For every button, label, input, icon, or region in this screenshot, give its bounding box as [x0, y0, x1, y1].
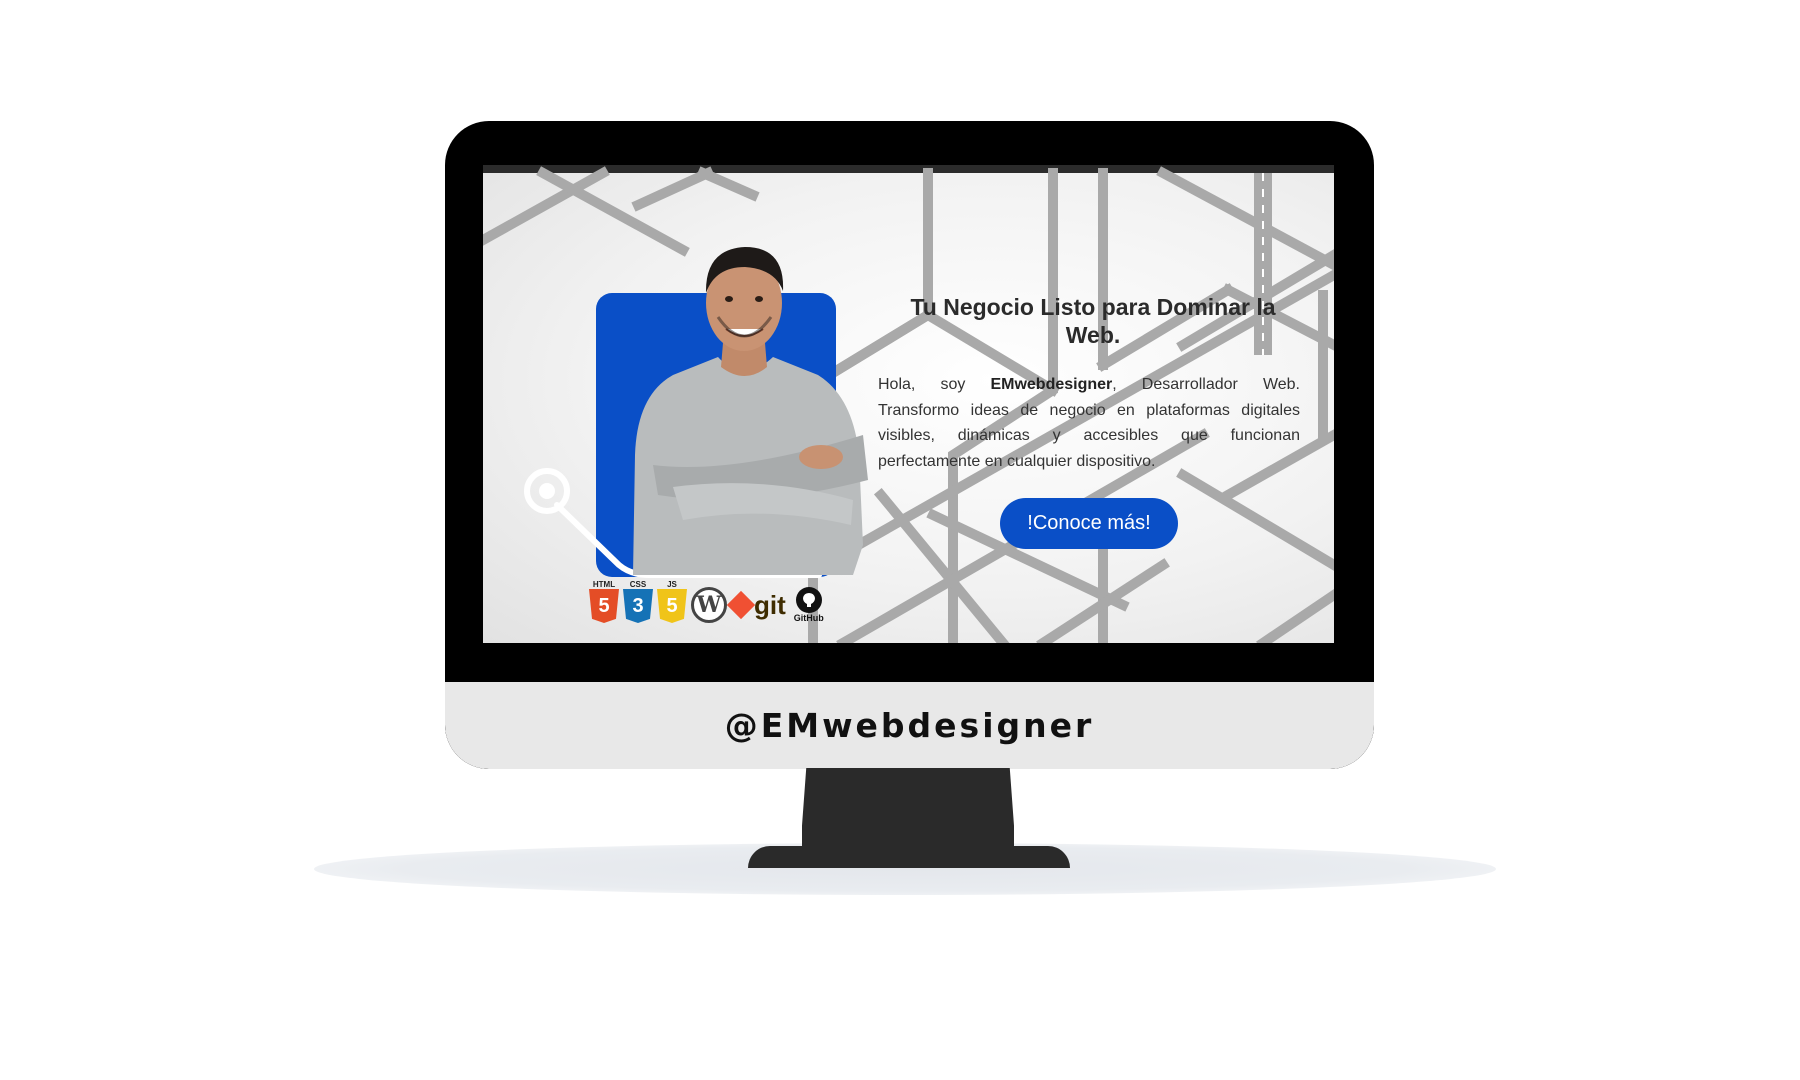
hero-description: Hola, soy EMwebdesigner, Desarrollador W… [878, 376, 1300, 470]
brand-handle: @EMwebdesigner [724, 706, 1095, 745]
javascript-icon: JS 5 [657, 580, 687, 623]
html5-icon: HTML 5 [589, 580, 619, 623]
developer-photo [633, 247, 868, 575]
learn-more-button[interactable]: !Conoce más! [1000, 498, 1178, 549]
brand-name: EMwebdesigner [990, 376, 1113, 393]
monitor-stand-base [748, 846, 1070, 868]
website-screen: HTML 5 CSS 3 JS 5 W git GitHub Tu Negoci… [483, 165, 1334, 643]
monitor-chin: @EMwebdesigner [445, 682, 1374, 769]
css3-icon: CSS 3 [623, 580, 653, 623]
github-icon: GitHub [794, 587, 824, 623]
tech-stack-logos: HTML 5 CSS 3 JS 5 W git GitHub [589, 577, 849, 623]
hero-title: Tu Negocio Listo para Dominar la Web. [910, 294, 1276, 348]
git-icon: git [726, 587, 786, 623]
wordpress-icon: W [691, 587, 727, 623]
mockup-stage: @EMwebdesigner HTML 5 CSS 3 JS 5 W git G… [0, 0, 1800, 1080]
